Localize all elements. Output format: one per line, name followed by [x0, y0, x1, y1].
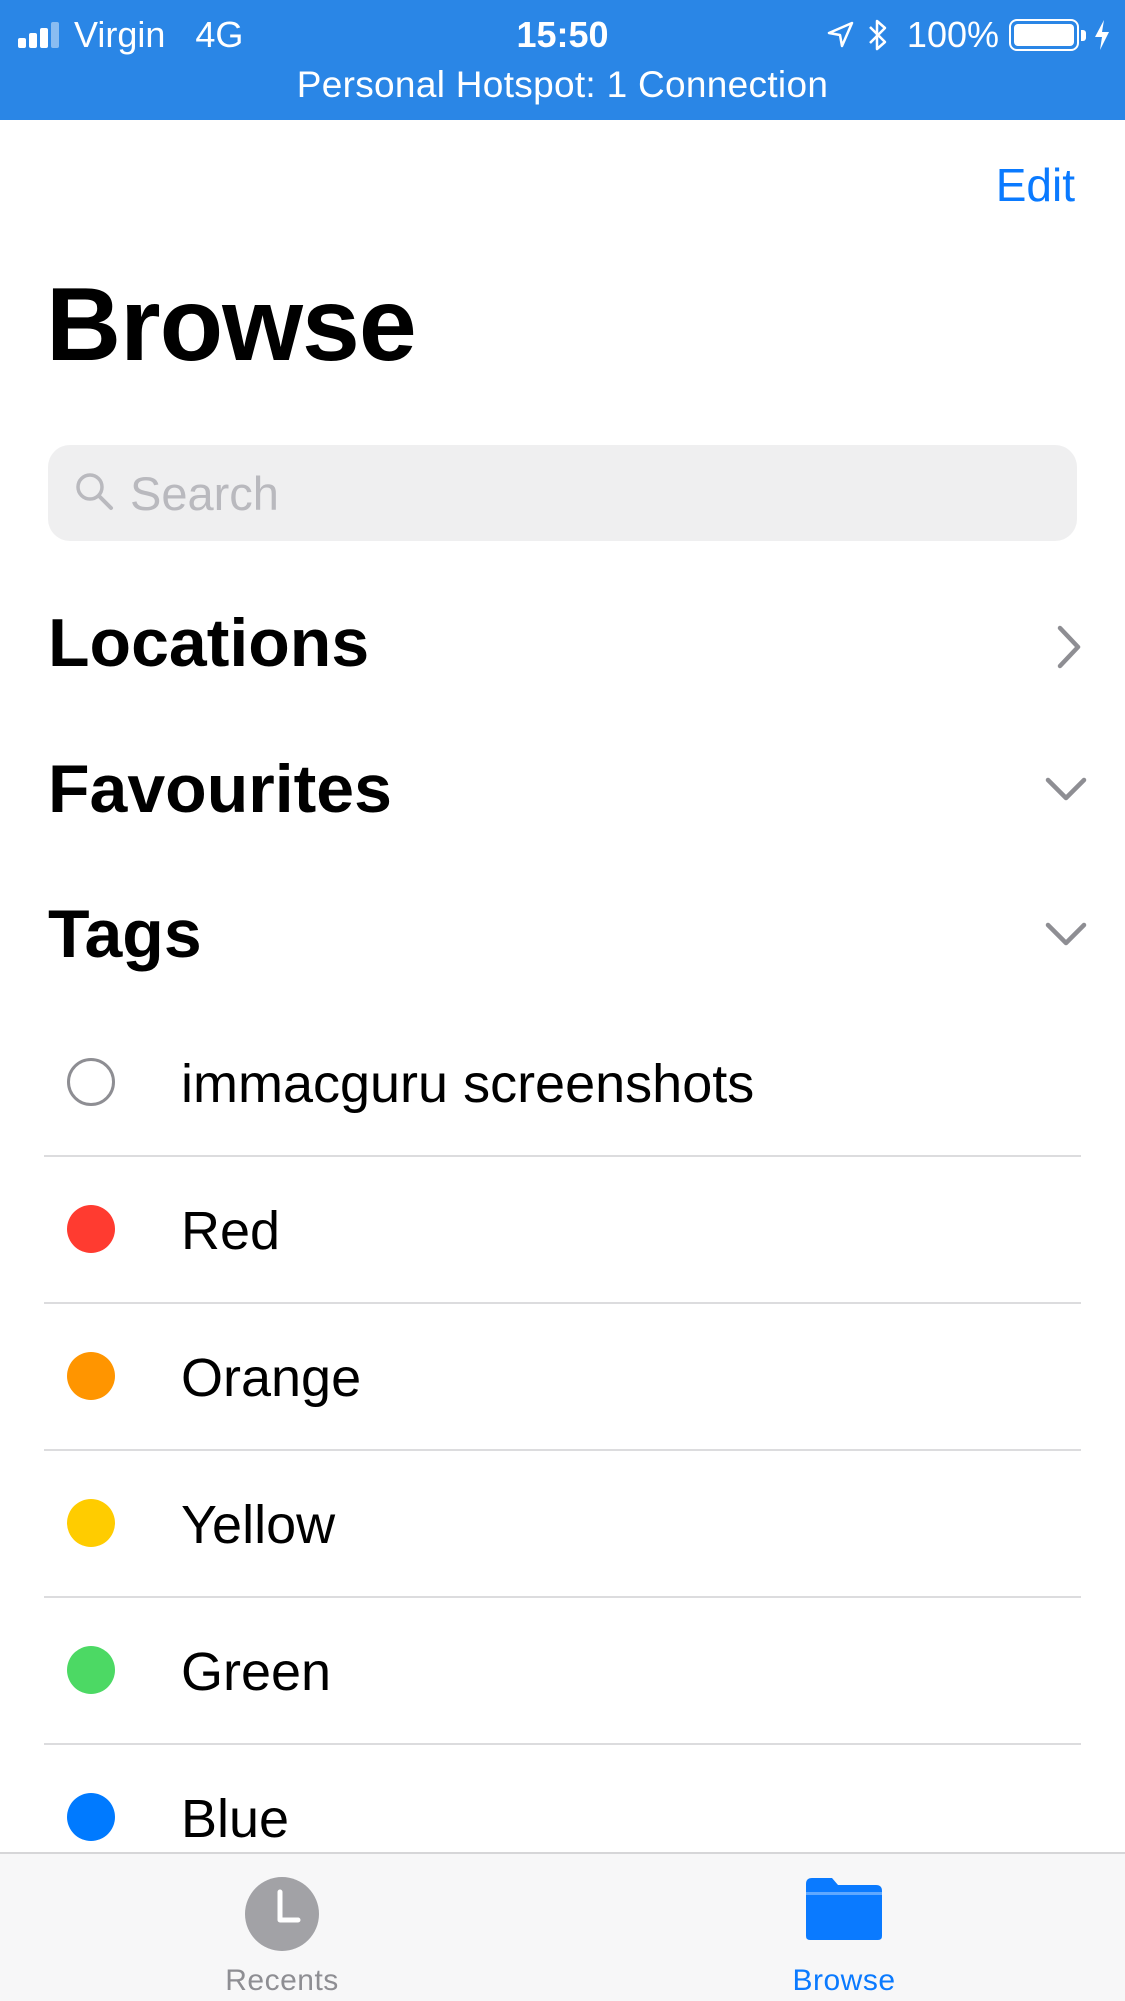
tag-color-dot	[67, 1499, 115, 1547]
chevron-down-icon[interactable]	[1044, 768, 1088, 813]
section-locations[interactable]: Locations	[48, 604, 1088, 694]
section-favourites[interactable]: Favourites	[48, 750, 1088, 840]
search-bar[interactable]	[48, 445, 1077, 541]
tag-color-dot	[67, 1793, 115, 1841]
tag-label: Blue	[181, 1789, 290, 1849]
tag-row-green[interactable]: Green	[0, 1598, 1125, 1745]
files-browse-screen: Virgin 4G 15:50 100% Personal Hotspot: 1…	[0, 0, 1125, 2001]
search-icon	[48, 469, 116, 518]
tag-label: Green	[181, 1642, 332, 1702]
tab-browse[interactable]: Browse	[694, 1854, 994, 2001]
battery-icon	[1009, 19, 1086, 51]
clock-icon	[244, 1876, 320, 1957]
tab-recents-label: Recents	[225, 1964, 339, 1997]
bluetooth-icon	[867, 18, 889, 52]
tag-color-dot	[67, 1352, 115, 1400]
tag-row-yellow[interactable]: Yellow	[0, 1451, 1125, 1598]
tag-list: immacguru screenshots Red Orange Yellow …	[0, 1010, 1125, 1892]
section-favourites-label: Favourites	[48, 751, 392, 827]
tag-color-dot	[67, 1058, 115, 1106]
tag-row-immacguru-screenshots[interactable]: immacguru screenshots	[0, 1010, 1125, 1157]
tab-recents[interactable]: Recents	[132, 1854, 432, 2001]
status-bar[interactable]: Virgin 4G 15:50 100% Personal Hotspot: 1…	[0, 0, 1125, 120]
tag-label: immacguru screenshots	[181, 1054, 755, 1114]
tab-browse-label: Browse	[792, 1964, 896, 1997]
section-tags-label: Tags	[48, 896, 202, 972]
battery-percentage: 100%	[906, 14, 999, 55]
tag-row-red[interactable]: Red	[0, 1157, 1125, 1304]
tag-color-dot	[67, 1205, 115, 1253]
search-input[interactable]	[130, 465, 1030, 521]
tag-label: Red	[181, 1201, 281, 1261]
chevron-down-icon[interactable]	[1044, 913, 1088, 958]
hotspot-banner[interactable]: Personal Hotspot: 1 Connection	[0, 64, 1125, 106]
tag-color-dot	[67, 1646, 115, 1694]
charging-bolt-icon	[1093, 19, 1111, 51]
section-tags[interactable]: Tags	[48, 895, 1088, 985]
location-arrow-icon	[825, 20, 855, 50]
section-locations-label: Locations	[48, 605, 370, 681]
edit-button[interactable]: Edit	[996, 158, 1075, 212]
tab-bar: Recents Browse	[0, 1852, 1125, 2001]
tag-row-orange[interactable]: Orange	[0, 1304, 1125, 1451]
page-title: Browse	[46, 267, 417, 383]
folder-icon	[804, 1876, 884, 1947]
tag-label: Orange	[181, 1348, 362, 1408]
tag-label: Yellow	[181, 1495, 336, 1555]
chevron-right-icon[interactable]	[1048, 622, 1088, 677]
